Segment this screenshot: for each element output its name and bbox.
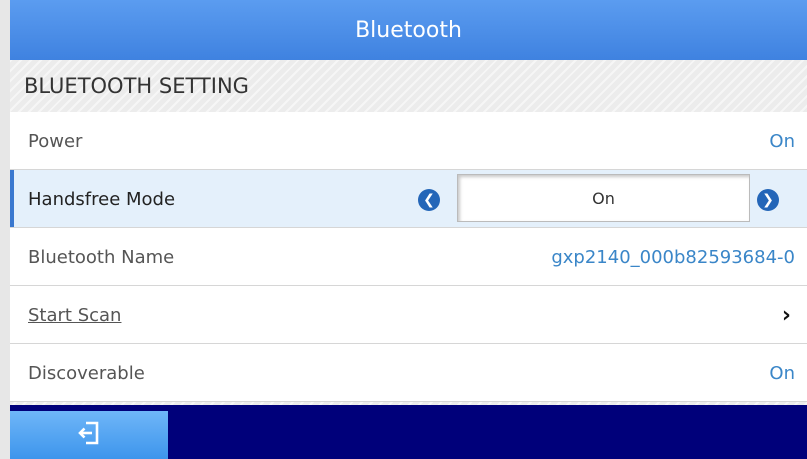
chevron-right-icon: › [781, 302, 791, 328]
bluetooth-name-label: Bluetooth Name [28, 246, 175, 268]
chevron-left-icon[interactable]: ❮ [418, 189, 440, 211]
handsfree-mode-label: Handsfree Mode [28, 188, 176, 210]
section-header: BLUETOOTH SETTING [10, 60, 807, 112]
bluetooth-name-value[interactable]: gxp2140_000b82593684-0 [551, 228, 795, 286]
exit-icon [78, 420, 100, 450]
power-row[interactable]: Power On [10, 112, 807, 170]
power-label: Power [28, 130, 83, 152]
power-value[interactable]: On [769, 112, 795, 170]
chevron-right-icon[interactable]: ❯ [757, 189, 779, 211]
start-scan-link[interactable]: Start Scan [28, 286, 121, 344]
handsfree-mode-value: On [592, 188, 615, 208]
bluetooth-name-row[interactable]: Bluetooth Name gxp2140_000b82593684-0 [10, 228, 807, 286]
discoverable-row[interactable]: Discoverable On [10, 344, 807, 402]
exit-button[interactable] [10, 411, 168, 459]
section-title: BLUETOOTH SETTING [24, 74, 249, 98]
bottom-toolbar [10, 405, 807, 459]
handsfree-mode-select[interactable]: On [457, 174, 750, 222]
handsfree-mode-row[interactable]: Handsfree Mode ❮ On ❯ [10, 170, 807, 228]
title-bar: Bluetooth [10, 0, 807, 60]
start-scan-row[interactable]: Start Scan › [10, 286, 807, 344]
settings-panel: BLUETOOTH SETTING Power On Handsfree Mod… [10, 60, 807, 405]
discoverable-label: Discoverable [28, 362, 145, 384]
discoverable-value[interactable]: On [769, 344, 795, 402]
page-title: Bluetooth [355, 17, 462, 43]
